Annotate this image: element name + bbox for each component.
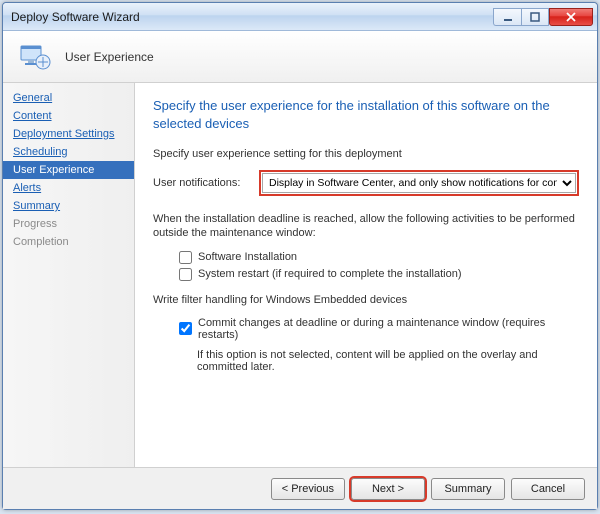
deploy-icon bbox=[17, 39, 53, 75]
page-heading: Specify the user experience for the inst… bbox=[153, 97, 579, 132]
checkbox-commit-changes[interactable] bbox=[179, 322, 192, 335]
checkbox-commit-changes-row[interactable]: Commit changes at deadline or during a m… bbox=[153, 315, 579, 343]
filter-heading: Write filter handling for Windows Embedd… bbox=[153, 293, 579, 307]
checkbox-commit-changes-label: Commit changes at deadline or during a m… bbox=[198, 317, 579, 341]
window-title: Deploy Software Wizard bbox=[11, 10, 493, 24]
page-title: User Experience bbox=[65, 50, 154, 64]
sidebar-item-alerts[interactable]: Alerts bbox=[3, 179, 134, 197]
previous-button[interactable]: < Previous bbox=[271, 478, 345, 500]
instruction-text: Specify user experience setting for this… bbox=[153, 148, 579, 160]
sidebar-item-scheduling[interactable]: Scheduling bbox=[3, 143, 134, 161]
maximize-button[interactable] bbox=[521, 8, 549, 26]
summary-button[interactable]: Summary bbox=[431, 478, 505, 500]
sidebar-item-deployment-settings[interactable]: Deployment Settings bbox=[3, 125, 134, 143]
checkbox-software-installation-row[interactable]: Software Installation bbox=[153, 249, 579, 266]
sidebar-item-progress: Progress bbox=[3, 215, 134, 233]
content-area: Specify the user experience for the inst… bbox=[135, 83, 597, 467]
window-controls bbox=[493, 8, 593, 26]
wizard-footer: < Previous Next > Summary Cancel bbox=[3, 467, 597, 509]
sidebar-item-summary[interactable]: Summary bbox=[3, 197, 134, 215]
next-button[interactable]: Next > bbox=[351, 478, 425, 500]
checkbox-system-restart-label: System restart (if required to complete … bbox=[198, 268, 462, 280]
user-notifications-row: User notifications: Display in Software … bbox=[153, 170, 579, 196]
sidebar-item-user-experience[interactable]: User Experience bbox=[3, 161, 134, 179]
user-notifications-select[interactable]: Display in Software Center, and only sho… bbox=[262, 173, 576, 193]
close-button[interactable] bbox=[549, 8, 593, 26]
user-notifications-label: User notifications: bbox=[153, 177, 249, 189]
checkbox-system-restart-row[interactable]: System restart (if required to complete … bbox=[153, 266, 579, 283]
commit-note: If this option is not selected, content … bbox=[153, 349, 579, 373]
sidebar-item-general[interactable]: General bbox=[3, 89, 134, 107]
cancel-button[interactable]: Cancel bbox=[511, 478, 585, 500]
wizard-window: Deploy Software Wizard User Expe bbox=[2, 2, 598, 510]
checkbox-software-installation-label: Software Installation bbox=[198, 251, 297, 263]
user-notifications-highlight: Display in Software Center, and only sho… bbox=[259, 170, 579, 196]
titlebar: Deploy Software Wizard bbox=[3, 3, 597, 31]
minimize-button[interactable] bbox=[493, 8, 521, 26]
checkbox-system-restart[interactable] bbox=[179, 268, 192, 281]
wizard-body: General Content Deployment Settings Sche… bbox=[3, 83, 597, 467]
deadline-text: When the installation deadline is reache… bbox=[153, 212, 579, 241]
wizard-header: User Experience bbox=[3, 31, 597, 83]
sidebar-item-completion: Completion bbox=[3, 233, 134, 251]
sidebar: General Content Deployment Settings Sche… bbox=[3, 83, 135, 467]
checkbox-software-installation[interactable] bbox=[179, 251, 192, 264]
sidebar-item-content[interactable]: Content bbox=[3, 107, 134, 125]
